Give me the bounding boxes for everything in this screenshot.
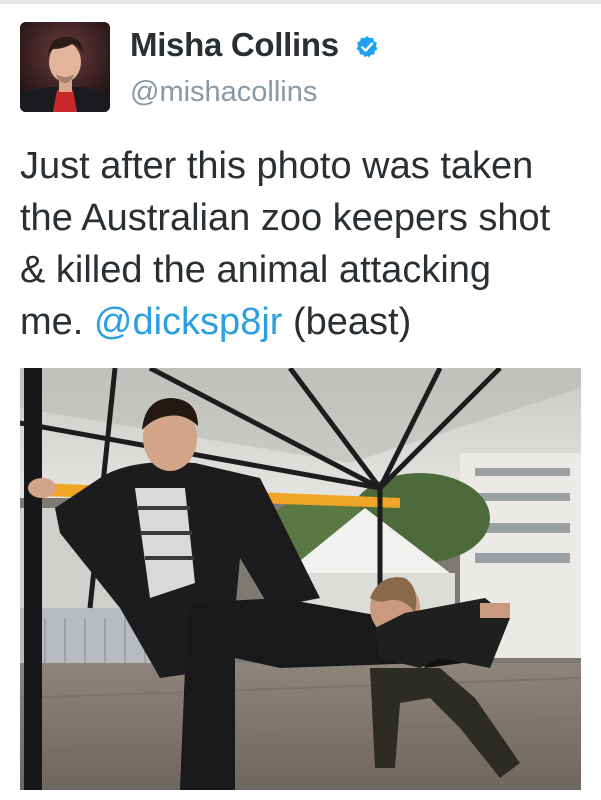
top-divider [0, 0, 601, 4]
tweet-text-line: me. @dicksp8jr (beast) [20, 296, 590, 348]
tweet-text-segment: me. [20, 301, 94, 343]
tweet-text-segment: (beast) [282, 301, 412, 343]
avatar[interactable] [20, 22, 110, 112]
user-handle[interactable]: @mishacollins [130, 76, 317, 109]
tweet-text-line: the Australian zoo keepers shot [20, 197, 551, 239]
verified-badge-icon [356, 36, 378, 58]
photo-image [20, 368, 581, 790]
tweet-text-line: & killed the animal attacking [20, 249, 492, 291]
tweet-text: Just after this photo was taken the Aust… [20, 140, 590, 348]
tweet-text-line: Just after this photo was taken [20, 145, 534, 187]
tweet-photo[interactable] [20, 368, 581, 790]
mention-link[interactable]: @dicksp8jr [94, 301, 283, 343]
avatar-image [20, 22, 110, 112]
display-name[interactable]: Misha Collins [130, 26, 339, 64]
